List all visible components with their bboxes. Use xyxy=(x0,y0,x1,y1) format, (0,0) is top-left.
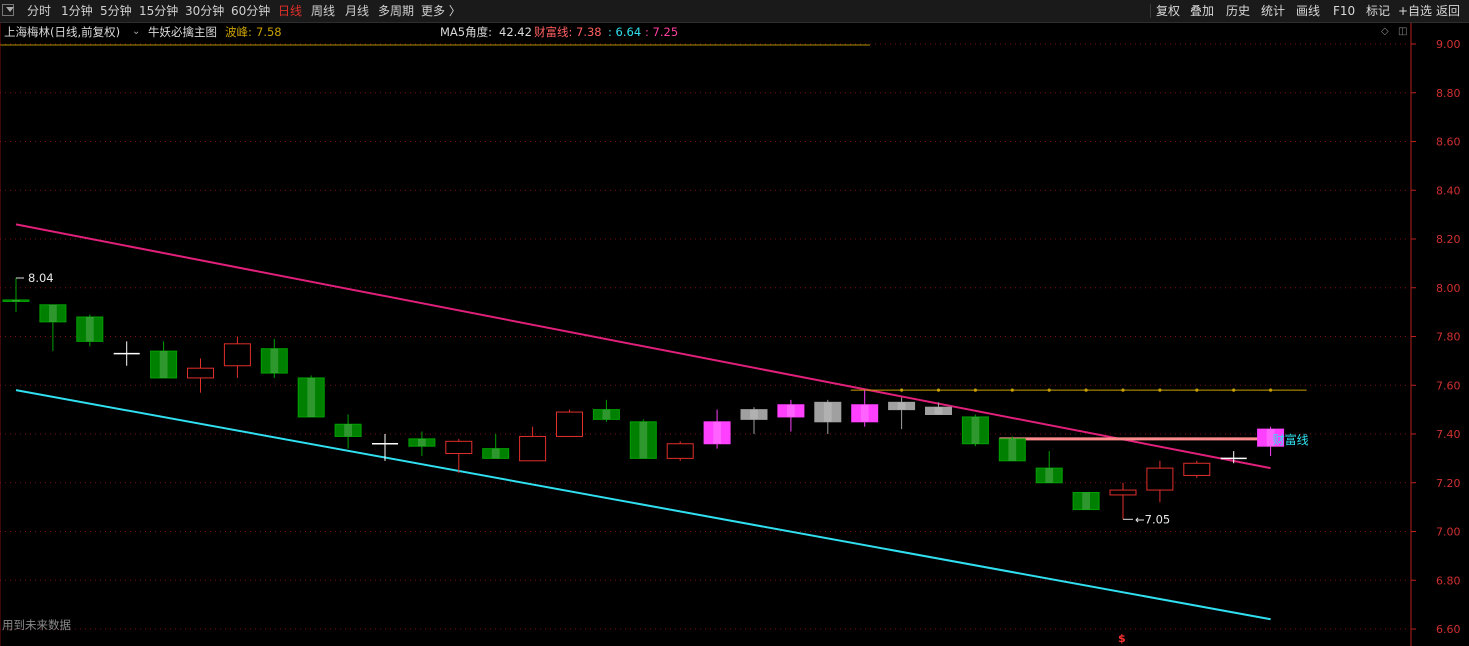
panel-toggle-icon[interactable]: ◫ xyxy=(1398,26,1407,37)
indicator-name[interactable]: 牛妖必擒主图 xyxy=(148,24,217,40)
f10-button[interactable]: F10 xyxy=(1333,3,1355,19)
wave-peak-dot xyxy=(900,388,904,392)
candle-body xyxy=(223,343,251,367)
wealth-line-label: 财富线 xyxy=(1273,432,1309,447)
candle-highlight xyxy=(85,317,94,342)
wealth-label: 财富线: xyxy=(534,25,573,39)
candle-highlight xyxy=(1045,468,1054,483)
signal-marker: $ xyxy=(1118,632,1126,645)
ma5-label: MA5角度: xyxy=(440,25,492,39)
wealth-value: 7.38 xyxy=(576,25,602,39)
candle-highlight xyxy=(971,416,980,444)
wave-peak-dot xyxy=(1269,388,1273,392)
wave-peak-dot xyxy=(1047,388,1051,392)
y-tick-label: 7.20 xyxy=(1436,477,1461,490)
overlay-button[interactable]: 叠加 xyxy=(1190,3,1214,19)
candle-highlight xyxy=(823,402,832,422)
dropdown-icon[interactable]: ⌄ xyxy=(132,24,140,40)
candle-highlight xyxy=(49,304,57,322)
candle-highlight xyxy=(1008,438,1017,461)
menu-icon[interactable] xyxy=(2,4,14,16)
wave-peak-dot xyxy=(1195,388,1199,392)
candle-highlight xyxy=(159,351,168,378)
candle-highlight xyxy=(713,421,721,444)
period-weekly[interactable]: 周线 xyxy=(311,3,335,19)
wave-peak-dot xyxy=(936,388,941,392)
period-5min[interactable]: 5分钟 xyxy=(100,3,132,19)
candle-highlight xyxy=(307,377,316,417)
candle-highlight xyxy=(750,409,758,420)
wave-label: 波峰: xyxy=(225,25,252,39)
candle-body xyxy=(519,435,547,462)
period-daily[interactable]: 日线 xyxy=(278,3,302,19)
y-tick-label: 7.40 xyxy=(1436,428,1461,441)
y-tick-label: 7.00 xyxy=(1436,526,1461,539)
wave-peak-dot xyxy=(1158,388,1162,392)
y-tick-label: 6.60 xyxy=(1436,623,1461,636)
wave-peak-dot xyxy=(1121,388,1125,392)
candle-highlight xyxy=(860,404,869,422)
y-tick-label: 7.60 xyxy=(1436,379,1461,392)
candle-highlight xyxy=(270,348,279,374)
y-tick-label: 9.00 xyxy=(1436,38,1461,51)
wave-peak-dot xyxy=(1010,388,1014,392)
candle-highlight xyxy=(491,448,500,459)
candlestick-chart[interactable]: 9.00 8.80 8.60 8.40 8.20 8.00 7.80 7.60 7.40 7.20… xyxy=(0,23,1469,646)
fuquan-button[interactable]: 复权 xyxy=(1156,3,1180,19)
mark-button[interactable]: 标记 xyxy=(1366,3,1390,19)
draw-line-button[interactable]: 画线 xyxy=(1296,3,1320,19)
candle-highlight xyxy=(639,421,648,459)
y-tick-label: 8.40 xyxy=(1436,184,1461,197)
add-watchlist-button[interactable]: +自选 xyxy=(1398,3,1432,19)
y-tick-label: 6.80 xyxy=(1436,574,1461,587)
period-1min[interactable]: 1分钟 xyxy=(61,3,93,19)
candle-highlight xyxy=(787,404,795,417)
period-15min[interactable]: 15分钟 xyxy=(139,3,178,19)
candle-body xyxy=(666,443,694,459)
period-30min[interactable]: 30分钟 xyxy=(185,3,224,19)
lower-channel-value: : 6.64 xyxy=(608,25,642,39)
candle-body xyxy=(1146,467,1174,491)
period-60min[interactable]: 60分钟 xyxy=(231,3,270,19)
candle-highlight xyxy=(418,438,426,447)
divider xyxy=(1150,4,1151,18)
y-tick-label: 8.20 xyxy=(1436,233,1461,246)
candle-highlight xyxy=(602,409,611,420)
history-button[interactable]: 历史 xyxy=(1226,3,1250,19)
back-button[interactable]: 返回 xyxy=(1436,3,1460,19)
stats-button[interactable]: 统计 xyxy=(1261,3,1285,19)
wave-peak-dot xyxy=(1232,388,1236,392)
y-tick-label: 8.00 xyxy=(1436,282,1461,295)
candle-body xyxy=(556,411,583,437)
low-price-label: ←7.05 xyxy=(1135,512,1170,526)
candle-highlight xyxy=(934,407,943,415)
period-more[interactable]: 更多 〉 xyxy=(421,3,461,19)
candle-highlight xyxy=(897,402,906,410)
y-tick-label: 7.80 xyxy=(1436,331,1461,344)
candle-highlight xyxy=(344,424,352,437)
candle-body xyxy=(1183,462,1211,476)
info-bar: 上海梅林(日线,前复权) ⌄ 牛妖必擒主图 波峰: 7.58 MA5角度: 42… xyxy=(0,23,1410,41)
upper-channel-value: : 7.25 xyxy=(645,25,679,39)
toolbar: 分时 1分钟 5分钟 15分钟 30分钟 60分钟 日线 周线 月线 多周期 更… xyxy=(0,0,1469,23)
candle-body xyxy=(445,440,473,454)
wave-peak-dot xyxy=(1084,388,1088,392)
candle-highlight xyxy=(12,299,20,302)
wave-value: 7.58 xyxy=(256,25,282,39)
period-multi[interactable]: 多周期 xyxy=(378,3,414,19)
y-tick-label: 8.60 xyxy=(1436,136,1461,149)
period-1min-realtime[interactable]: 分时 xyxy=(27,3,51,19)
ma5-value: 42.42 xyxy=(499,25,532,39)
y-tick-label: 8.80 xyxy=(1436,87,1461,100)
candle-highlight xyxy=(1082,492,1090,510)
period-monthly[interactable]: 月线 xyxy=(345,3,369,19)
candle-body xyxy=(1109,489,1137,496)
wave-peak-dot xyxy=(973,388,978,392)
future-data-notice: 用到未来数据 xyxy=(2,618,71,632)
stock-title: 上海梅林(日线,前复权) xyxy=(4,25,121,39)
candle-body xyxy=(187,367,214,379)
high-price-label: 8.04 xyxy=(28,271,54,285)
diamond-icon[interactable]: ◇ xyxy=(1381,26,1389,37)
